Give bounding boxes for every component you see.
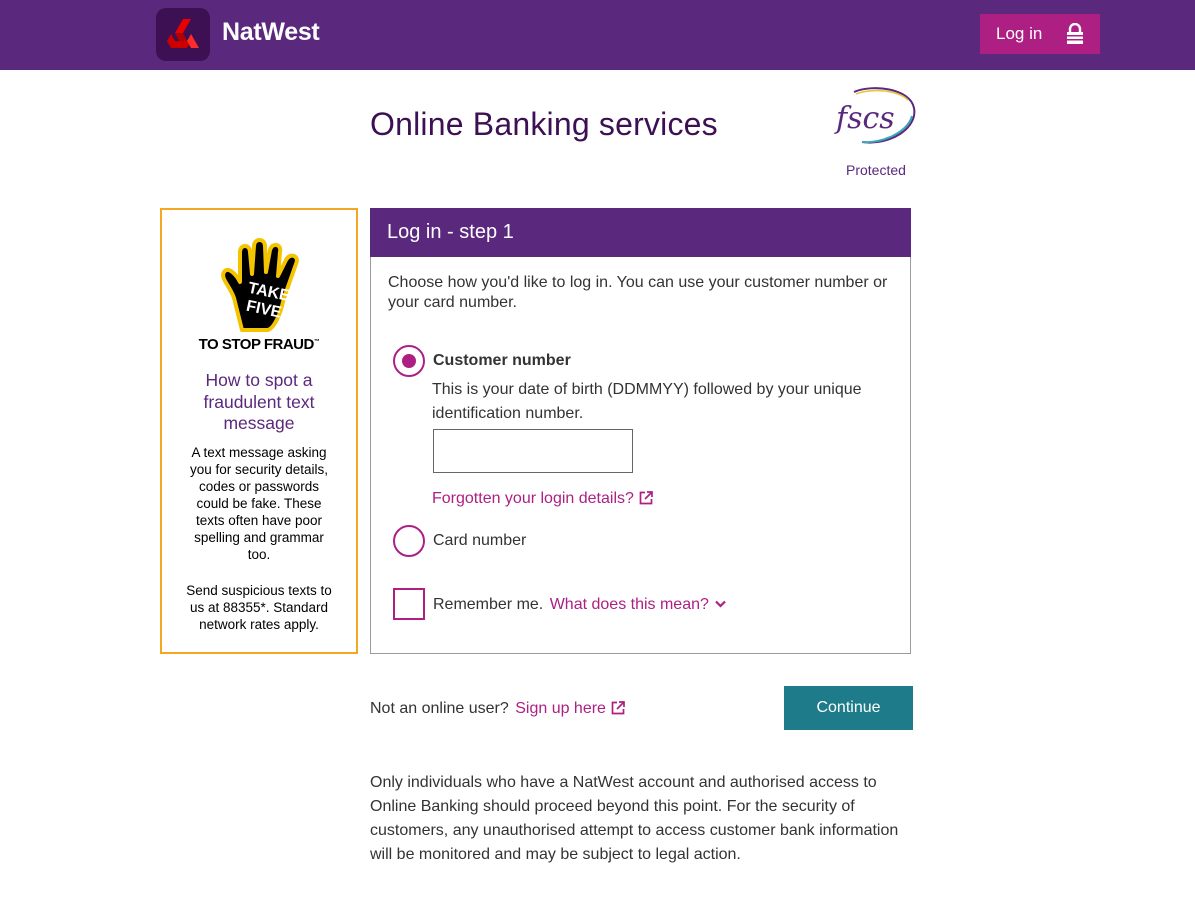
signup-row: Not an online user? Sign up here (370, 700, 625, 718)
chevron-down-icon (715, 600, 726, 608)
header-login-button[interactable]: Log in (980, 14, 1100, 54)
login-intro-text: Choose how you'd like to log in. You can… (388, 274, 888, 311)
fraud-body-2: Send suspicious texts to us at 88355*. S… (186, 583, 332, 632)
top-header: NatWest Log in (0, 0, 1195, 70)
forgot-login-link[interactable]: Forgotten your login details? (432, 490, 653, 508)
forgot-login-text: Forgotten your login details? (432, 490, 634, 507)
fscs-logo: fscs (834, 87, 916, 144)
brand-name: NatWest (222, 18, 320, 46)
customer-number-radio[interactable] (393, 345, 425, 377)
external-link-icon (611, 701, 625, 715)
customer-number-help: This is your date of birth (DDMMYY) foll… (432, 381, 862, 422)
header-login-label: Log in (996, 24, 1043, 43)
card-number-label[interactable]: Card number (433, 532, 526, 550)
fraud-awareness-panel: TAKE FIVE TO STOP FRAUD™ How to spot a f… (160, 208, 358, 654)
login-step-header: Log in - step 1 (370, 208, 911, 257)
take-five-tagline: TO STOP FRAUD™ (162, 336, 356, 353)
fscs-protected-label: Protected (846, 162, 906, 178)
tagline-text: TO STOP FRAUD (198, 336, 315, 353)
customer-number-input[interactable] (433, 429, 633, 473)
take-five-hand-icon: TAKE FIVE (221, 238, 299, 332)
remember-me-row: Remember me. What does this mean? (433, 596, 726, 614)
sign-up-link[interactable]: Sign up here (515, 700, 625, 717)
remember-me-checkbox[interactable] (393, 588, 425, 620)
page-title: Online Banking services (370, 106, 718, 142)
login-step-body: Choose how you'd like to log in. You can… (370, 257, 911, 654)
customer-number-label[interactable]: Customer number (433, 352, 571, 370)
natwest-chevron-logo-icon (167, 19, 199, 48)
fraud-heading[interactable]: How to spot a fraudulent text message (176, 370, 342, 435)
sign-up-text: Sign up here (515, 700, 606, 717)
what-link-text: What does this mean? (549, 596, 709, 613)
lock-icon (1067, 23, 1083, 44)
trademark: ™ (313, 339, 320, 345)
not-online-user-text: Not an online user? (370, 700, 509, 717)
remember-me-label[interactable]: Remember me. (433, 596, 543, 613)
continue-button[interactable]: Continue (784, 686, 913, 730)
card-number-radio[interactable] (393, 525, 425, 557)
external-link-icon (639, 491, 653, 505)
fraud-body-1: A text message asking you for security d… (189, 445, 329, 562)
what-does-this-mean-link[interactable]: What does this mean? (550, 596, 726, 613)
natwest-logo[interactable] (156, 8, 210, 61)
legal-disclaimer: Only individuals who have a NatWest acco… (370, 774, 899, 863)
fscs-logo-text: fscs (834, 101, 895, 136)
